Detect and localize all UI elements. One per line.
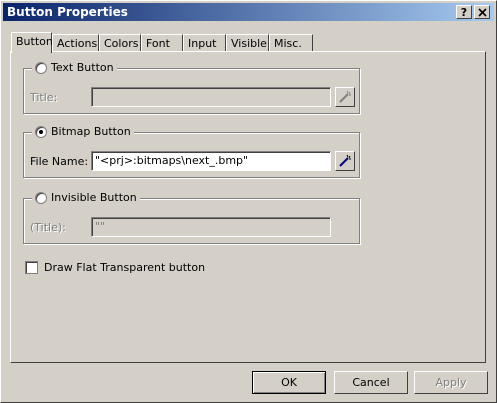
tab-button[interactable]: Button — [11, 32, 53, 53]
dialog-window: Button Properties ? Button Actions Color… — [0, 0, 497, 403]
tab-visible[interactable]: Visible — [226, 34, 269, 52]
title-label: Title: — [30, 91, 58, 104]
title-browse-button[interactable] — [335, 87, 355, 107]
text-button-label: Text Button — [51, 61, 114, 74]
cancel-button[interactable]: Cancel — [334, 371, 408, 394]
bitmap-button-radio[interactable] — [35, 125, 47, 138]
file-name-browse-button[interactable] — [335, 151, 355, 171]
tab-font[interactable]: Font — [141, 34, 183, 52]
tab-input[interactable]: Input — [183, 34, 226, 52]
bitmap-button-legend: Bitmap Button — [32, 125, 134, 138]
text-button-group: Text Button Title: — [23, 61, 360, 114]
close-icon — [477, 8, 487, 17]
file-name-label: File Name: — [30, 155, 89, 168]
window-title: Button Properties — [7, 5, 128, 19]
title-bar: Button Properties ? — [3, 3, 494, 21]
text-button-radio[interactable] — [35, 61, 47, 74]
ok-button[interactable]: OK — [252, 371, 326, 394]
tab-colors[interactable]: Colors — [99, 34, 141, 52]
title-field[interactable] — [91, 87, 331, 107]
invisible-button-legend: Invisible Button — [32, 191, 140, 204]
invisible-title-label: (Title): — [30, 221, 66, 234]
tab-panel: Text Button Title: Bitmap Button File Na… — [10, 51, 486, 363]
invisible-button-group: Invisible Button (Title): "" — [23, 191, 360, 244]
tab-misc[interactable]: Misc. — [269, 34, 313, 52]
bitmap-button-group: Bitmap Button File Name: "<prj>:bitmaps\… — [23, 125, 360, 178]
wand-browse-icon — [339, 154, 351, 167]
apply-button[interactable]: Apply — [414, 371, 488, 394]
help-button[interactable]: ? — [456, 5, 472, 19]
file-name-field[interactable]: "<prj>:bitmaps\next_.bmp" — [91, 151, 331, 171]
tab-actions[interactable]: Actions — [52, 34, 99, 52]
invisible-button-radio[interactable] — [35, 191, 47, 204]
close-button[interactable] — [474, 5, 490, 19]
bitmap-button-label: Bitmap Button — [51, 125, 131, 138]
flat-transparent-checkbox[interactable] — [25, 261, 38, 274]
wand-browse-icon — [339, 90, 351, 103]
flat-transparent-label: Draw Flat Transparent button — [44, 261, 206, 274]
invisible-title-field[interactable]: "" — [91, 217, 331, 237]
text-button-legend: Text Button — [32, 61, 117, 74]
invisible-button-label: Invisible Button — [51, 191, 137, 204]
